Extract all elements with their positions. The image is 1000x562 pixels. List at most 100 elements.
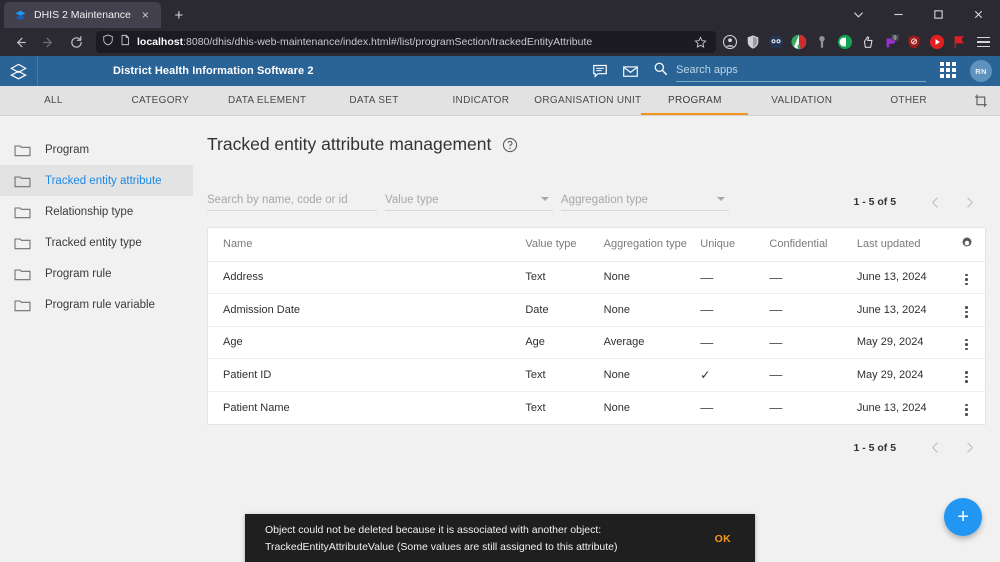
table-row[interactable]: Admission Date Date None — — June 13, 20…	[208, 293, 986, 327]
tab-indicator[interactable]: INDICATOR	[427, 86, 534, 115]
cell-last-updated: June 13, 2024	[856, 293, 949, 327]
avatar[interactable]: RN	[970, 60, 992, 82]
colorzilla-icon[interactable]	[791, 34, 807, 50]
sidebar-item-program-rule[interactable]: Program rule	[0, 258, 193, 289]
aggregation-type-select[interactable]: Aggregation type	[561, 189, 729, 211]
search-input[interactable]	[676, 64, 926, 76]
value-type-select[interactable]: Value type	[385, 189, 553, 211]
new-tab-button[interactable]: +	[166, 2, 192, 28]
email-icon[interactable]	[615, 56, 645, 86]
tab-all[interactable]: ALL	[0, 86, 107, 115]
help-circle-icon[interactable]	[502, 137, 518, 153]
column-header-confidential[interactable]: Confidential	[769, 228, 857, 262]
sidebar-item-tracked-entity-type[interactable]: Tracked entity type	[0, 227, 193, 258]
chevron-left-icon[interactable]	[918, 437, 952, 459]
url-bar[interactable]: localhost:8080/dhis/dhis-web-maintenance…	[96, 31, 716, 53]
tab-validation[interactable]: VALIDATION	[748, 86, 855, 115]
app-search[interactable]	[653, 60, 926, 82]
dark-reader-icon[interactable]	[768, 34, 784, 50]
account-icon[interactable]	[722, 34, 738, 50]
app-header-bar: District Health Information Software 2 R…	[0, 56, 1000, 86]
privacy-badger-icon[interactable]	[837, 34, 853, 50]
cell-unique: —	[700, 261, 770, 294]
search-input[interactable]: Search by name, code or id	[207, 189, 377, 211]
sidebar-item-label: Program rule variable	[45, 298, 155, 311]
browser-navbar: localhost:8080/dhis/dhis-web-maintenance…	[0, 28, 1000, 56]
forward-button[interactable]	[34, 30, 62, 54]
chevron-right-icon[interactable]	[952, 437, 986, 459]
column-header-aggregation-type[interactable]: Aggregation type	[603, 228, 701, 262]
browser-tab[interactable]: DHIS 2 Maintenance ×	[4, 2, 161, 28]
shield-extension-icon[interactable]	[745, 34, 761, 50]
tab-other[interactable]: OTHER	[855, 86, 962, 115]
sidebar-item-label: Program	[45, 143, 90, 156]
chevron-down-icon	[541, 197, 549, 201]
list-all-tabs-icon[interactable]	[838, 0, 878, 28]
add-attribute-button[interactable]: +	[944, 498, 983, 536]
ublock-origin-icon[interactable]	[906, 34, 922, 50]
row-actions-button[interactable]	[948, 358, 986, 392]
maximize-icon[interactable]	[918, 0, 958, 28]
filter-row: Search by name, code or id Value type Ag…	[207, 185, 986, 211]
browser-tab-title: DHIS 2 Maintenance	[34, 9, 131, 21]
gear-icon	[960, 236, 974, 253]
purple-extension-icon[interactable]: 0	[883, 34, 899, 50]
url-bar-icons	[102, 33, 131, 51]
dhis2-layers-logo-icon[interactable]	[0, 56, 38, 86]
folder-icon	[14, 174, 31, 188]
sidebar-item-program[interactable]: Program	[0, 134, 193, 165]
star-icon[interactable]	[690, 32, 710, 52]
folder-icon	[14, 205, 31, 219]
column-header-last-updated[interactable]: Last updated	[856, 228, 949, 262]
flag-extension-icon[interactable]	[952, 34, 968, 50]
hamburger-menu-icon[interactable]	[972, 31, 994, 53]
browser-chrome: DHIS 2 Maintenance × + localhost:8080/dh…	[0, 0, 1000, 56]
row-actions-button[interactable]	[948, 293, 986, 327]
column-header-value-type[interactable]: Value type	[525, 228, 604, 262]
column-header-unique[interactable]: Unique	[700, 228, 770, 262]
tab-organisation-unit[interactable]: ORGANISATION UNIT	[534, 86, 641, 115]
shield-icon[interactable]	[102, 33, 114, 51]
minimize-icon[interactable]	[878, 0, 918, 28]
table-row[interactable]: Patient Name Text None — — June 13, 2024	[208, 391, 985, 424]
page-header: Tracked entity attribute management	[207, 134, 986, 155]
row-actions-button[interactable]	[948, 326, 986, 359]
sidebar-item-relationship-type[interactable]: Relationship type	[0, 196, 193, 227]
reload-button[interactable]	[62, 30, 90, 54]
kebab-menu-icon	[965, 271, 969, 287]
table-settings-button[interactable]	[948, 228, 986, 262]
close-window-icon[interactable]	[958, 0, 998, 28]
url-host: localhost	[137, 36, 184, 48]
sidebar-item-label: Tracked entity type	[45, 236, 142, 249]
page-heading: Tracked entity attribute management	[207, 134, 492, 154]
ublock-thumb-icon[interactable]	[860, 34, 876, 50]
cell-name: Address	[208, 261, 526, 294]
snackbar-ok-button[interactable]: OK	[705, 529, 741, 549]
table-row[interactable]: Age Age Average — — May 29, 2024	[208, 326, 986, 359]
close-tab-icon[interactable]: ×	[138, 8, 153, 23]
page-icon[interactable]	[119, 33, 131, 51]
pagination-bottom: 1 - 5 of 5	[207, 437, 986, 459]
row-actions-button[interactable]	[948, 391, 985, 424]
pagination-count: 1 - 5 of 5	[853, 196, 897, 208]
table-row[interactable]: Patient ID Text None ✓ — May 29, 2024	[208, 358, 986, 392]
table-row[interactable]: Address Text None — — June 13, 2024	[208, 261, 986, 294]
chevron-left-icon[interactable]	[918, 191, 952, 213]
row-actions-button[interactable]	[948, 261, 986, 294]
sidebar-item-tracked-entity-attribute[interactable]: Tracked entity attribute	[0, 165, 193, 196]
tab-data-set[interactable]: DATA SET	[321, 86, 428, 115]
youtube-extension-icon[interactable]	[929, 34, 945, 50]
tab-category[interactable]: CATEGORY	[107, 86, 214, 115]
attributes-table-card: Name Value type Aggregation type Unique …	[207, 227, 987, 425]
back-button[interactable]	[6, 30, 34, 54]
cell-name: Patient ID	[208, 358, 526, 392]
crop-expand-icon[interactable]	[962, 86, 1000, 115]
chevron-right-icon[interactable]	[952, 191, 986, 213]
keepassxc-icon[interactable]	[814, 34, 830, 50]
apps-grid-icon[interactable]	[940, 62, 958, 80]
tab-data-element[interactable]: DATA ELEMENT	[214, 86, 321, 115]
column-header-name[interactable]: Name	[208, 228, 526, 262]
sidebar-item-program-rule-variable[interactable]: Program rule variable	[0, 289, 193, 320]
messages-icon[interactable]	[585, 56, 615, 86]
tab-program[interactable]: PROGRAM	[641, 86, 749, 115]
